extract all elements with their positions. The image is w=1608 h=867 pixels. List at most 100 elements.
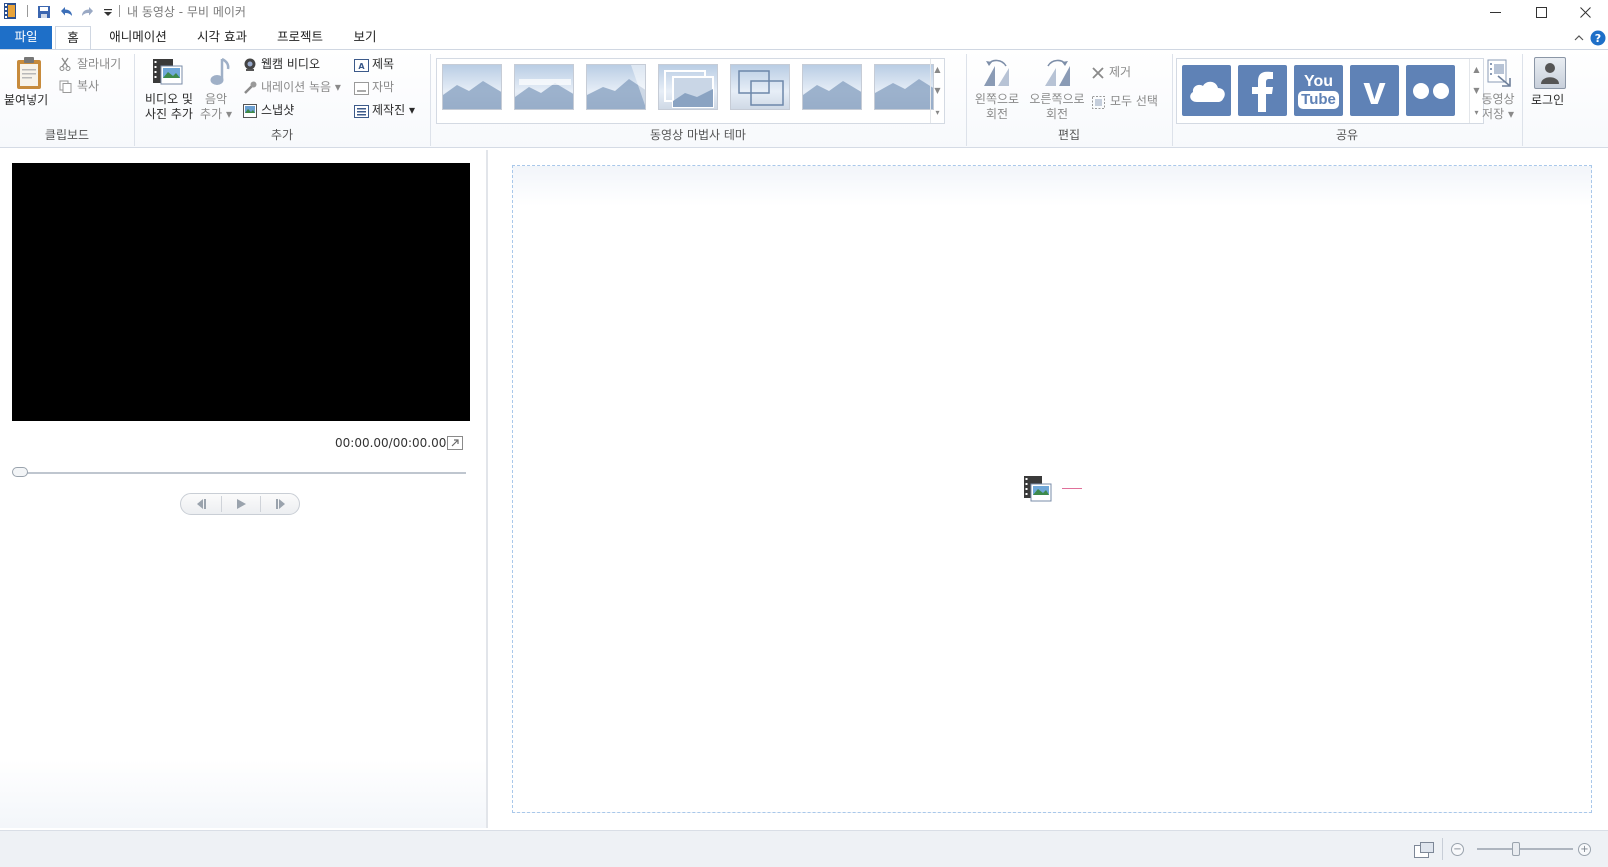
select-all-button[interactable]: 모두 선택 bbox=[1110, 94, 1158, 109]
gallery-more-icon[interactable]: ▾ bbox=[935, 108, 939, 117]
scroll-up-icon[interactable]: ▲ bbox=[1473, 65, 1479, 74]
maximize-button[interactable] bbox=[1518, 0, 1564, 24]
credits-icon[interactable] bbox=[354, 105, 369, 118]
maximize-icon bbox=[1535, 6, 1547, 18]
rotate-left-icon[interactable] bbox=[980, 58, 1014, 88]
redo-icon[interactable] bbox=[79, 3, 97, 21]
add-video-photo-icon[interactable] bbox=[152, 56, 184, 88]
share-onedrive-button[interactable] bbox=[1182, 65, 1231, 116]
add-music-icon[interactable] bbox=[207, 57, 231, 89]
cut-button[interactable]: 잘라내기 bbox=[77, 57, 121, 72]
ribbon-tabs: 파일 홈 애니메이션 시각 효과 프로젝트 보기 ? bbox=[0, 26, 1608, 50]
add-video-photo-button[interactable]: 비디오 및 사진 추가 bbox=[141, 92, 197, 122]
theme-thumbnail-sepia[interactable] bbox=[874, 64, 934, 110]
snapshot-icon[interactable] bbox=[243, 104, 257, 118]
video-preview[interactable] bbox=[12, 163, 470, 421]
play-button[interactable] bbox=[222, 494, 260, 514]
zoom-in-button[interactable]: + bbox=[1578, 843, 1591, 856]
cut-icon[interactable] bbox=[59, 57, 71, 71]
tab-visual-effects[interactable]: 시각 효과 bbox=[192, 26, 252, 50]
rotate-left-button[interactable]: 왼쪽으로 회전 bbox=[970, 92, 1024, 122]
zoom-out-button[interactable]: − bbox=[1451, 843, 1464, 856]
rotate-right-icon[interactable] bbox=[1040, 58, 1074, 88]
rotate-right-button[interactable]: 오른쪽으로 회전 bbox=[1024, 92, 1090, 122]
share-vimeo-button[interactable]: v bbox=[1350, 65, 1399, 116]
copy-icon[interactable] bbox=[59, 80, 72, 93]
tab-view[interactable]: 보기 bbox=[348, 26, 382, 50]
previous-frame-icon bbox=[197, 499, 206, 509]
narration-microphone-icon[interactable] bbox=[243, 81, 257, 95]
close-button[interactable] bbox=[1562, 0, 1608, 24]
status-bar bbox=[0, 830, 1608, 867]
copy-button[interactable]: 복사 bbox=[77, 79, 99, 94]
share-gallery: You Tube v ▲ ▼ ▾ bbox=[1176, 58, 1484, 124]
save-movie-icon[interactable] bbox=[1484, 58, 1512, 88]
add-group-label: 추가 bbox=[270, 128, 294, 142]
youtube-icon-line2: Tube bbox=[1298, 90, 1339, 109]
add-video-photo-icon[interactable] bbox=[1023, 474, 1053, 504]
thumbnail-size-icon[interactable] bbox=[1414, 842, 1434, 858]
collapse-ribbon-icon[interactable] bbox=[1574, 34, 1584, 42]
theme-thumbnail-pan-zoom[interactable] bbox=[730, 64, 790, 110]
scroll-down-icon[interactable]: ▼ bbox=[934, 86, 940, 95]
record-narration-button[interactable]: 내레이션 녹음 ▾ bbox=[261, 80, 341, 95]
status-separator bbox=[1442, 838, 1443, 860]
theme-thumbnail-default[interactable] bbox=[442, 64, 502, 110]
zoom-slider-handle[interactable] bbox=[1512, 842, 1520, 856]
paste-icon[interactable] bbox=[14, 56, 44, 90]
movie-maker-app-icon[interactable] bbox=[4, 3, 16, 19]
zoom-slider-track[interactable] bbox=[1477, 848, 1573, 850]
share-facebook-button[interactable] bbox=[1238, 65, 1287, 116]
play-icon bbox=[237, 499, 246, 509]
seek-handle[interactable] bbox=[12, 467, 28, 477]
help-icon[interactable]: ? bbox=[1590, 30, 1606, 46]
next-frame-button[interactable] bbox=[261, 494, 301, 514]
paste-button[interactable]: 붙여넣기 bbox=[4, 93, 48, 108]
theme-thumbnail-cinematic[interactable] bbox=[586, 64, 646, 110]
webcam-icon[interactable] bbox=[243, 58, 257, 72]
customize-qat-icon[interactable] bbox=[99, 3, 117, 21]
caption-icon[interactable] bbox=[354, 82, 369, 95]
pane-splitter[interactable] bbox=[486, 150, 488, 828]
theme-gallery-scroll[interactable]: ▲ ▼ ▾ bbox=[930, 59, 944, 123]
credits-button[interactable]: 제작진 ▾ bbox=[372, 103, 415, 118]
rotate-right-line1: 오른쪽으로 bbox=[1029, 92, 1085, 106]
onedrive-icon bbox=[1189, 81, 1225, 102]
share-youtube-button[interactable]: You Tube bbox=[1294, 65, 1343, 116]
tab-project[interactable]: 프로젝트 bbox=[272, 26, 328, 50]
tab-file[interactable]: 파일 bbox=[0, 26, 52, 50]
title-button[interactable]: 제목 bbox=[372, 57, 394, 72]
group-separator bbox=[1522, 54, 1523, 146]
remove-button[interactable]: 제거 bbox=[1109, 65, 1131, 80]
select-all-icon[interactable] bbox=[1092, 96, 1105, 109]
fullscreen-preview-button[interactable] bbox=[447, 436, 463, 450]
tab-home[interactable]: 홈 bbox=[55, 26, 91, 50]
autotheme-group-label: 동영상 마법사 테마 bbox=[650, 128, 746, 142]
share-group-label: 공유 bbox=[1335, 128, 1359, 142]
remove-icon[interactable] bbox=[1092, 67, 1104, 79]
add-video-photo-line2: 사진 추가 bbox=[145, 107, 193, 121]
add-music-button[interactable]: 음악 추가 ▾ bbox=[198, 92, 234, 122]
caption-button[interactable]: 자막 bbox=[372, 80, 394, 95]
seek-bar[interactable] bbox=[14, 472, 466, 474]
snapshot-button[interactable]: 스냅샷 bbox=[261, 103, 294, 118]
tab-animation[interactable]: 애니메이션 bbox=[104, 26, 172, 50]
signin-button[interactable]: 로그인 bbox=[1531, 93, 1564, 108]
rotate-left-line1: 왼쪽으로 bbox=[974, 92, 1020, 106]
playback-time: 00:00.00/00:00.00 bbox=[335, 436, 447, 450]
webcam-video-button[interactable]: 웹캠 비디오 bbox=[261, 57, 320, 72]
minimize-button[interactable] bbox=[1472, 0, 1518, 24]
scroll-up-icon[interactable]: ▲ bbox=[934, 65, 940, 74]
title-icon[interactable]: A bbox=[354, 59, 369, 72]
undo-icon[interactable] bbox=[57, 3, 75, 21]
theme-thumbnail-contemporary[interactable] bbox=[514, 64, 574, 110]
previous-frame-button[interactable] bbox=[181, 494, 221, 514]
facebook-icon bbox=[1251, 71, 1273, 112]
theme-thumbnail-fade[interactable] bbox=[658, 64, 718, 110]
share-flickr-button[interactable] bbox=[1406, 65, 1455, 116]
save-icon[interactable] bbox=[35, 3, 53, 21]
edit-group-label: 편집 bbox=[1057, 128, 1081, 142]
signin-icon-frame[interactable] bbox=[1534, 57, 1566, 89]
save-movie-button[interactable]: 동영상 저장 ▾ bbox=[1473, 92, 1523, 122]
theme-thumbnail-black-white[interactable] bbox=[802, 64, 862, 110]
